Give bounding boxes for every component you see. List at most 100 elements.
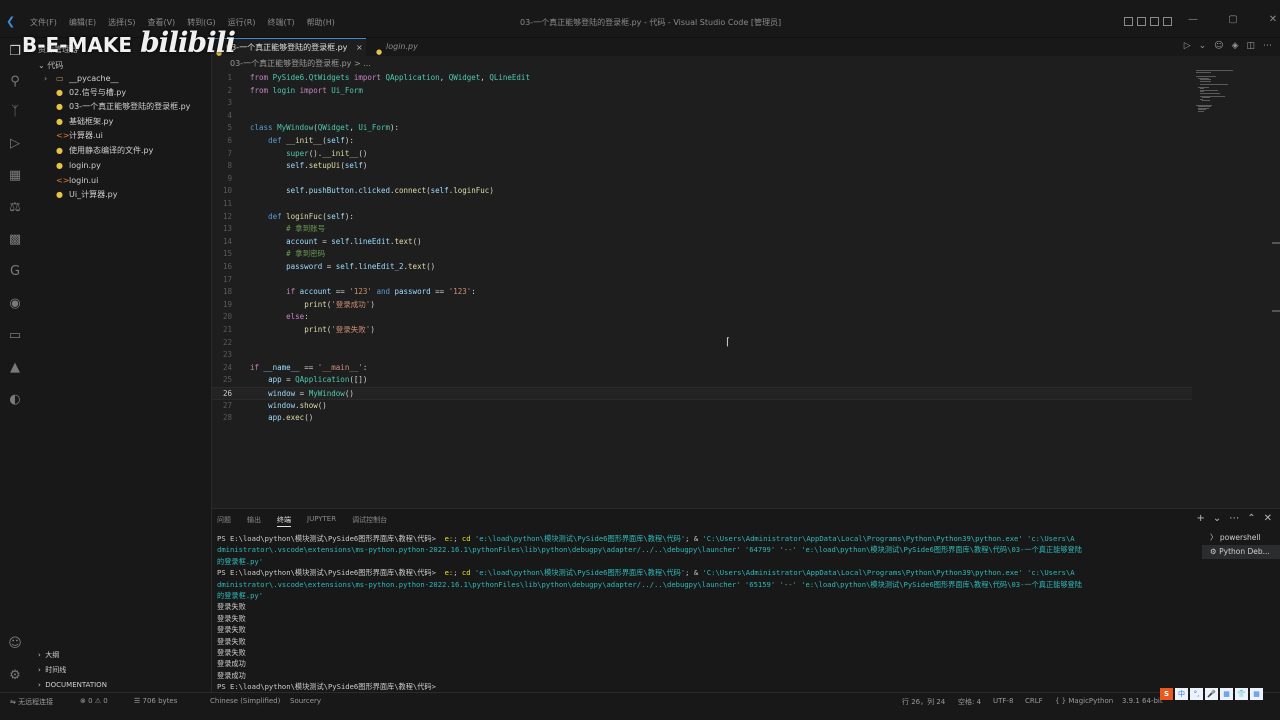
workspace-folder[interactable]: ⌄ 代码 bbox=[38, 60, 63, 71]
skin-icon[interactable]: 👕 bbox=[1235, 688, 1248, 700]
code-line[interactable]: 21 print('登录失败') bbox=[212, 324, 1192, 337]
indentation[interactable]: 空格: 4 bbox=[958, 697, 981, 707]
terminal-output[interactable]: PS E:\load\python\模块测试\PySide6图形界面库\教程\代… bbox=[217, 533, 1185, 692]
code-line[interactable]: 13 # 拿到账号 bbox=[212, 223, 1192, 236]
code-line[interactable]: 17 bbox=[212, 274, 1192, 287]
settings-gear-icon[interactable]: ⚙ bbox=[7, 668, 23, 684]
code-line[interactable]: 28 app.exec() bbox=[212, 412, 1192, 425]
dropdown-icon[interactable]: ⌄ bbox=[1213, 513, 1221, 524]
encoding[interactable]: UTF-8 bbox=[993, 697, 1013, 705]
tab-debug-console[interactable]: 调试控制台 bbox=[352, 515, 387, 527]
tree-item-login-py[interactable]: ● login.py bbox=[30, 159, 212, 173]
maximize-icon[interactable]: ▢ bbox=[1226, 14, 1240, 25]
tab-output[interactable]: 输出 bbox=[247, 515, 261, 527]
menu-help[interactable]: 帮助(H) bbox=[307, 17, 335, 28]
terminal-entry-python-debug[interactable]: ⚙ Python Deb... bbox=[1202, 545, 1280, 559]
code-line[interactable]: 15 # 拿到密码 bbox=[212, 248, 1192, 261]
account-icon[interactable]: ☺ bbox=[7, 636, 23, 652]
code-line[interactable]: 26 window = MyWindow() bbox=[212, 387, 1192, 400]
testing-icon[interactable]: ⚖ bbox=[7, 200, 23, 216]
code-line[interactable]: 1 from PySide6.QtWidgets import QApplicat… bbox=[212, 72, 1192, 85]
code-line[interactable]: 6 def __init__(self): bbox=[212, 135, 1192, 148]
tree-item-signals-slots[interactable]: ● 02.信号与槽.py bbox=[30, 86, 212, 100]
problems-indicator[interactable]: ⊗ 0 ⚠ 0 bbox=[80, 697, 108, 705]
code-line[interactable]: 23 bbox=[212, 349, 1192, 362]
toggle-panel-icon[interactable] bbox=[1137, 17, 1146, 26]
tab-problems[interactable]: 问题 bbox=[217, 515, 231, 527]
code-line[interactable]: 10 self.pushButton.clicked.connect(self.… bbox=[212, 185, 1192, 198]
code-line[interactable]: 3 bbox=[212, 97, 1192, 110]
code-line[interactable]: 12 def loginFuc(self): bbox=[212, 211, 1192, 224]
tab-terminal[interactable]: 终端 bbox=[277, 515, 291, 527]
more-actions-icon[interactable]: ⋯ bbox=[1263, 41, 1272, 51]
terminal-entry-powershell[interactable]: 〉 powershell bbox=[1202, 531, 1280, 545]
split-editor-icon[interactable]: ◫ bbox=[1246, 41, 1255, 51]
remote-icon[interactable]: ▲ bbox=[7, 360, 23, 376]
code-line[interactable]: 5 class MyWindow(QWidget, Ui_Form): bbox=[212, 122, 1192, 135]
tab-login-dialog[interactable]: ● 03-一个真正能够登陆的登录框.py × bbox=[212, 38, 366, 57]
menu-terminal[interactable]: 终端(T) bbox=[267, 17, 294, 28]
maximize-panel-icon[interactable]: ⌃ bbox=[1247, 513, 1255, 524]
code-line[interactable]: 25 app = QApplication([]) bbox=[212, 374, 1192, 387]
close-tab-icon[interactable]: × bbox=[356, 43, 363, 52]
code-line[interactable]: 16 password = self.lineEdit_2.text() bbox=[212, 261, 1192, 274]
run-debug-icon[interactable]: ▷ bbox=[7, 136, 23, 152]
documentation-section[interactable]: › DOCUMENTATION bbox=[38, 678, 107, 692]
clipboard-icon[interactable]: ▩ bbox=[7, 232, 23, 248]
open-changes-icon[interactable]: ◈ bbox=[1232, 41, 1239, 51]
code-line[interactable]: 19 print('登录成功') bbox=[212, 299, 1192, 312]
customize-layout-icon[interactable] bbox=[1163, 17, 1172, 26]
code-line[interactable]: 7 super().__init__() bbox=[212, 148, 1192, 161]
microphone-icon[interactable]: 🎤 bbox=[1205, 688, 1218, 700]
source-control-icon[interactable]: ᛉ bbox=[7, 104, 23, 120]
code-line[interactable]: 8 self.setupUi(self) bbox=[212, 160, 1192, 173]
toggle-secondary-sidebar-icon[interactable] bbox=[1150, 17, 1159, 26]
minimize-icon[interactable]: — bbox=[1186, 14, 1200, 25]
extensions-icon[interactable]: ▦ bbox=[7, 168, 23, 184]
remote-indicator[interactable]: ⇋ 无远程连接 bbox=[10, 697, 53, 707]
code-line[interactable]: 9 bbox=[212, 173, 1192, 186]
tree-item-basic-framework[interactable]: ● 基础框架.py bbox=[30, 115, 212, 129]
github-icon[interactable]: ◉ bbox=[7, 296, 23, 312]
folder-icon[interactable]: ▭ bbox=[7, 328, 23, 344]
end-of-line[interactable]: CRLF bbox=[1025, 697, 1043, 705]
ime-mode[interactable]: 中 bbox=[1175, 688, 1188, 700]
tree-item-calculator-ui[interactable]: <> 计算器.ui bbox=[30, 129, 212, 143]
more-actions-icon[interactable]: ⋯ bbox=[1229, 513, 1239, 524]
python-interpreter[interactable]: 3.9.1 64-bit bbox=[1122, 697, 1163, 705]
explorer-icon[interactable]: ❐ bbox=[7, 44, 23, 60]
language-pack-indicator[interactable]: Chinese (Simplified) bbox=[210, 697, 280, 705]
toggle-sidebar-icon[interactable] bbox=[1124, 17, 1133, 26]
code-line[interactable]: 27 window.show() bbox=[212, 400, 1192, 413]
tree-item-static-compile[interactable]: ● 使用静态编译的文件.py bbox=[30, 144, 212, 158]
tab-login-py[interactable]: ● login.py bbox=[372, 38, 442, 56]
code-line[interactable]: 18 if account == '123' and password == '… bbox=[212, 286, 1192, 299]
new-terminal-icon[interactable]: + bbox=[1196, 513, 1204, 524]
keyboard-icon[interactable]: ▦ bbox=[1220, 688, 1233, 700]
gitlens-icon[interactable]: G bbox=[7, 264, 23, 280]
cursor-position[interactable]: 行 26，列 24 bbox=[902, 697, 945, 707]
code-line[interactable]: 24 if __name__ == '__main__': bbox=[212, 362, 1192, 375]
minimap[interactable] bbox=[1196, 68, 1266, 128]
code-line[interactable]: 14 account = self.lineEdit.text() bbox=[212, 236, 1192, 249]
timeline-section[interactable]: › 时间线 bbox=[38, 663, 66, 677]
edge-icon[interactable]: ◐ bbox=[7, 392, 23, 408]
ime-punctuation[interactable]: °, bbox=[1190, 688, 1203, 700]
tree-item-pycache[interactable]: › ▭ __pycache__ bbox=[30, 72, 212, 86]
code-line[interactable]: 2 from login import Ui_Form bbox=[212, 85, 1192, 98]
outline-section[interactable]: › 大纲 bbox=[38, 648, 59, 662]
dropdown-icon[interactable]: ⌄ bbox=[1199, 41, 1207, 51]
code-line[interactable]: 4 bbox=[212, 110, 1192, 123]
sourcery-indicator[interactable]: Sourcery bbox=[290, 697, 321, 705]
copilot-icon[interactable]: ☺ bbox=[1214, 41, 1223, 51]
tree-item-login-dialog[interactable]: ● 03-一个真正能够登陆的登录框.py bbox=[30, 100, 212, 114]
tab-jupyter[interactable]: JUPYTER bbox=[307, 515, 336, 527]
language-mode[interactable]: { } MagicPython bbox=[1055, 697, 1113, 705]
sogou-icon[interactable]: S bbox=[1160, 688, 1173, 700]
code-line[interactable]: 20 else: bbox=[212, 311, 1192, 324]
tree-item-ui-calculator[interactable]: ● Ui_计算器.py bbox=[30, 188, 212, 202]
close-window-icon[interactable]: ✕ bbox=[1266, 14, 1280, 25]
close-panel-icon[interactable]: ✕ bbox=[1264, 513, 1272, 524]
code-line[interactable]: 11 bbox=[212, 198, 1192, 211]
code-editor[interactable]: 1 from PySide6.QtWidgets import QApplicat… bbox=[212, 68, 1192, 508]
